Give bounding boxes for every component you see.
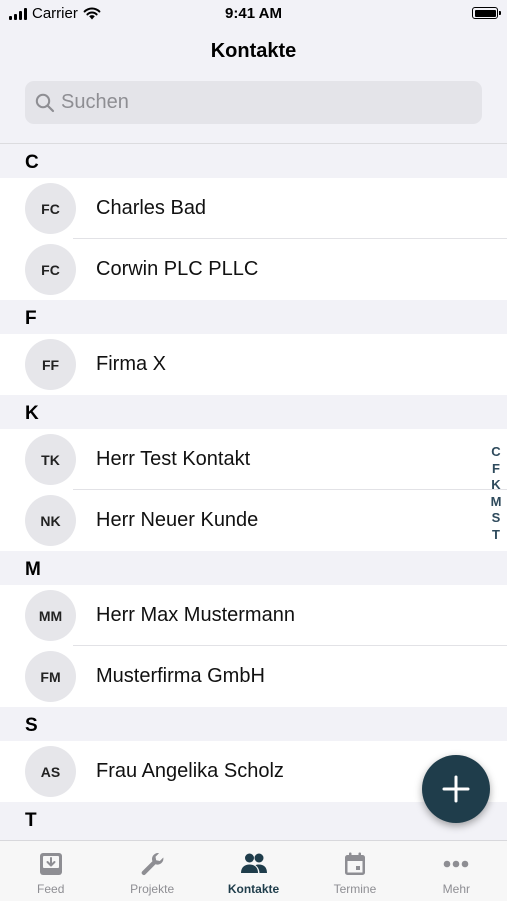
tab-label: Projekte [130, 882, 175, 896]
section-header-s: S [0, 707, 507, 741]
calendar-icon [342, 851, 368, 877]
search-bar[interactable] [25, 81, 482, 124]
contact-row[interactable]: FM Musterfirma GmbH [0, 646, 507, 707]
avatar: AS [25, 746, 76, 797]
battery-icon [472, 7, 501, 19]
search-icon [35, 93, 55, 112]
avatar: TK [25, 434, 76, 485]
tab-label: Mehr [442, 882, 470, 896]
contact-name: Frau Angelika Scholz [96, 760, 284, 782]
tab-label: Kontakte [227, 882, 280, 896]
contact-name: Firma X [96, 353, 166, 375]
contact-name: Corwin PLC PLLC [96, 258, 259, 280]
index-letter-c[interactable]: C [491, 444, 500, 461]
tab-mehr[interactable]: Mehr [406, 841, 507, 901]
index-letter-k[interactable]: K [491, 477, 500, 494]
wrench-icon [139, 851, 165, 877]
index-letter-t[interactable]: T [492, 527, 500, 544]
contact-row[interactable]: FC Charles Bad [0, 178, 507, 239]
section-index[interactable]: CFKMST [490, 444, 502, 543]
contact-row[interactable]: MM Herr Max Mustermann [0, 585, 507, 646]
people-icon [240, 851, 268, 877]
status-bar: Carrier 9:41 AM [0, 0, 507, 28]
tab-termine[interactable]: Termine [304, 841, 405, 901]
contact-name: Herr Test Kontakt [96, 448, 251, 470]
page-title: Kontakte [210, 40, 297, 62]
section-header-c: C [0, 144, 507, 178]
section-header-m: M [0, 551, 507, 585]
index-letter-m[interactable]: M [491, 494, 502, 511]
plus-icon [442, 775, 470, 803]
add-contact-button[interactable] [422, 755, 490, 823]
section-header-f: F [0, 300, 507, 334]
tab-projekte[interactable]: Projekte [101, 841, 202, 901]
feed-icon [38, 851, 64, 877]
contact-name: Charles Bad [96, 197, 207, 219]
avatar: FF [25, 339, 76, 390]
avatar: MM [25, 590, 76, 641]
tab-label: Termine [333, 882, 377, 896]
tab-bar: Feed Projekte Kontakte Termine Mehr [0, 840, 507, 901]
index-letter-s[interactable]: S [492, 510, 501, 527]
tab-kontakte[interactable]: Kontakte [203, 841, 304, 901]
avatar: FM [25, 651, 76, 702]
avatar: NK [25, 495, 76, 546]
contact-name: Musterfirma GmbH [96, 665, 265, 687]
contact-row[interactable]: FC Corwin PLC PLLC [0, 239, 507, 300]
more-icon [441, 851, 471, 877]
tab-feed[interactable]: Feed [0, 841, 101, 901]
contact-name: Herr Neuer Kunde [96, 509, 259, 531]
contact-row[interactable]: FF Firma X [0, 334, 507, 395]
avatar: FC [25, 183, 76, 234]
contact-row[interactable]: TK Herr Test Kontakt [0, 429, 507, 490]
contact-name: Herr Max Mustermann [96, 604, 295, 626]
avatar: FC [25, 244, 76, 295]
index-letter-f[interactable]: F [492, 461, 500, 478]
tab-label: Feed [37, 882, 65, 896]
contact-row[interactable]: NK Herr Neuer Kunde [0, 490, 507, 551]
status-time: 9:41 AM [225, 5, 282, 22]
section-header-k: K [0, 395, 507, 429]
search-input[interactable] [61, 91, 441, 114]
contact-list[interactable]: C FC Charles Bad FC Corwin PLC PLLC F FF Firma … [0, 143, 507, 841]
